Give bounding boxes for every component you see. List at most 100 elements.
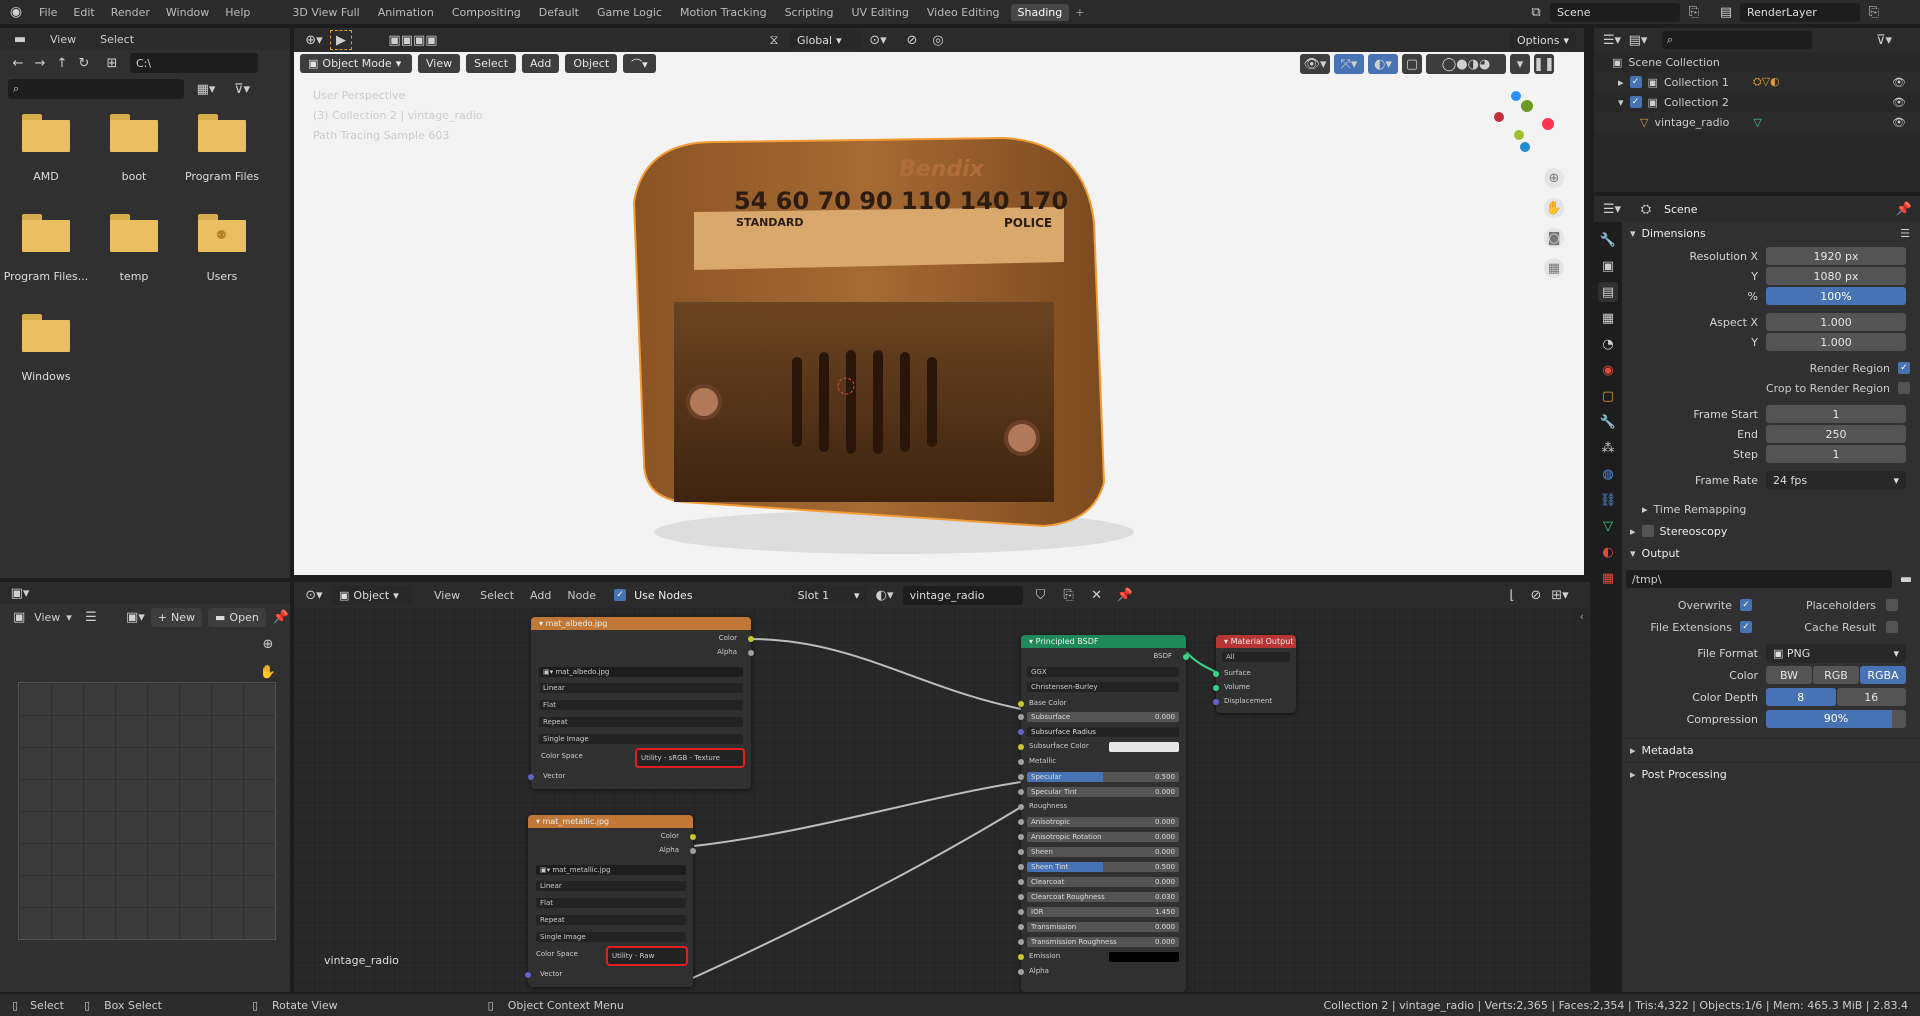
volume-input-socket[interactable] bbox=[1213, 685, 1219, 691]
view-layer-icon[interactable]: ▤ bbox=[1716, 2, 1736, 22]
vector-input-socket[interactable] bbox=[528, 774, 534, 780]
object-tab-icon[interactable]: ▢ bbox=[1598, 386, 1618, 406]
menu-help[interactable]: Help bbox=[218, 4, 257, 21]
folder-icon[interactable] bbox=[22, 312, 70, 352]
forward-arrow-icon[interactable]: → bbox=[30, 53, 50, 73]
camera-view-icon[interactable]: ◙ bbox=[1544, 228, 1564, 248]
add-workspace-icon[interactable]: + bbox=[1075, 6, 1084, 19]
data-tab-icon[interactable]: ▽ bbox=[1598, 516, 1618, 536]
time-remapping-panel[interactable]: ▸ Time Remapping bbox=[1626, 498, 1918, 520]
vp-menu-object[interactable]: Object bbox=[565, 54, 618, 73]
shading-modes-icon[interactable]: ◯●◑◕ bbox=[1426, 54, 1506, 74]
options-dropdown[interactable]: Options ▾ bbox=[1510, 31, 1576, 50]
aspect-y-field[interactable]: 1.000 bbox=[1766, 333, 1906, 351]
constraints-tab-icon[interactable]: ⛓ bbox=[1598, 490, 1618, 510]
zoom-icon[interactable]: ⊕ bbox=[258, 634, 278, 654]
folder-icon[interactable]: ▬ bbox=[1896, 569, 1916, 589]
folder-icon[interactable] bbox=[110, 212, 158, 252]
pivot-icon[interactable]: ⊙▾ bbox=[868, 30, 888, 50]
folder-label[interactable]: AMD bbox=[1, 170, 91, 183]
folder-label[interactable]: boot bbox=[89, 170, 179, 183]
frame-start-field[interactable]: 1 bbox=[1766, 405, 1906, 423]
object-mode-dropdown[interactable]: ▣ Object Mode ▾ bbox=[300, 54, 412, 73]
render-tab-icon[interactable]: ▣ bbox=[1598, 256, 1618, 276]
interpolation-dropdown[interactable]: Linear bbox=[536, 881, 686, 891]
color-depth-8-button[interactable]: 8 bbox=[1766, 688, 1836, 706]
bsdf-input-socket[interactable] bbox=[1018, 804, 1024, 810]
workspace-tab-scripting[interactable]: Scripting bbox=[778, 4, 841, 21]
menu-render[interactable]: Render bbox=[104, 4, 157, 21]
refresh-icon[interactable]: ↻ bbox=[74, 53, 94, 73]
menu-file[interactable]: File bbox=[32, 4, 64, 21]
dimensions-panel-header[interactable]: ▾ Dimensions ☰ bbox=[1626, 222, 1918, 244]
bsdf-input-field[interactable]: Subsurface Radius bbox=[1027, 727, 1179, 737]
output-tab-icon[interactable]: ▤ bbox=[1598, 282, 1618, 302]
base-color-input-socket[interactable] bbox=[1018, 701, 1024, 707]
extension-dropdown[interactable]: Repeat bbox=[536, 915, 686, 925]
blender-logo-icon[interactable]: ◉ bbox=[6, 2, 26, 22]
color-bw-button[interactable]: BW bbox=[1766, 666, 1812, 684]
fb-menu-view[interactable]: View bbox=[50, 33, 76, 46]
folder-icon[interactable] bbox=[22, 112, 70, 152]
interpolation-dropdown[interactable]: Linear bbox=[539, 683, 743, 693]
crop-region-checkbox[interactable] bbox=[1898, 382, 1910, 394]
bsdf-input-socket[interactable] bbox=[1018, 789, 1024, 795]
eye-icon[interactable]: 👁 bbox=[1892, 116, 1906, 129]
color-space-dropdown[interactable]: Utility - Raw bbox=[606, 946, 688, 966]
bsdf-input-socket[interactable] bbox=[1018, 729, 1024, 735]
folder-icon[interactable] bbox=[198, 112, 246, 152]
image-texture-node-metallic[interactable]: ▾ mat_metallic.jpg Color Alpha ▣▾ mat_me… bbox=[525, 815, 696, 987]
zoom-icon[interactable]: ⊕ bbox=[1544, 168, 1564, 188]
folder-label[interactable]: temp bbox=[89, 270, 179, 283]
editor-type-icon[interactable]: ⊕▾ bbox=[304, 30, 324, 50]
distribution-dropdown[interactable]: GGX bbox=[1027, 667, 1179, 677]
outliner-collection-2[interactable]: ▾ ✓ ▣ Collection 2 👁 bbox=[1594, 92, 1920, 112]
frame-end-field[interactable]: 250 bbox=[1766, 425, 1906, 443]
eye-icon[interactable]: 👁 bbox=[1892, 76, 1906, 89]
uv-grid[interactable] bbox=[18, 682, 276, 940]
display-mode-icon[interactable]: ▤▾ bbox=[1628, 30, 1648, 50]
pause-render-icon[interactable]: ❚❚ bbox=[1533, 54, 1555, 74]
new-scene-icon[interactable]: ⎘ bbox=[1684, 2, 1704, 22]
frame-rate-dropdown[interactable]: 24 fps ▾ bbox=[1766, 470, 1906, 490]
physics-tab-icon[interactable]: ◍ bbox=[1598, 464, 1618, 484]
bsdf-input-field[interactable]: Anisotropic Rotation 0.000 bbox=[1027, 832, 1179, 842]
gizmo-toggle-icon[interactable]: ⤧▾ bbox=[1334, 54, 1364, 74]
filter-icon[interactable]: ⊽▾ bbox=[232, 79, 252, 99]
world-tab-icon[interactable]: ◉ bbox=[1598, 360, 1618, 380]
color-output-socket[interactable] bbox=[748, 636, 754, 642]
outliner-collection-1[interactable]: ▸ ✓ ▣ Collection 1 ⛭▽◐ 👁 bbox=[1594, 72, 1920, 92]
display-mode-icon[interactable]: ▦▾ bbox=[196, 79, 216, 99]
ortho-grid-icon[interactable]: ▦ bbox=[1544, 258, 1564, 278]
bsdf-input-socket[interactable] bbox=[1018, 744, 1024, 750]
bsdf-input-socket[interactable] bbox=[1018, 864, 1024, 870]
bsdf-input-socket[interactable] bbox=[1018, 909, 1024, 915]
gpencil-icon[interactable]: ⌒▾ bbox=[623, 54, 656, 73]
folder-label[interactable]: Users bbox=[177, 270, 267, 283]
outliner-search[interactable]: ⌕ bbox=[1662, 31, 1812, 49]
bsdf-input-socket[interactable] bbox=[1018, 759, 1024, 765]
bsdf-input-socket[interactable] bbox=[1018, 894, 1024, 900]
bsdf-input-socket[interactable] bbox=[1018, 939, 1024, 945]
alpha-output-socket[interactable] bbox=[690, 848, 696, 854]
bsdf-input-field[interactable]: Clearcoat 0.000 bbox=[1027, 877, 1179, 887]
frame-step-field[interactable]: 1 bbox=[1766, 445, 1906, 463]
shading-options-icon[interactable]: ▾ bbox=[1510, 54, 1530, 74]
workspace-tab-uv-editing[interactable]: UV Editing bbox=[845, 4, 916, 21]
shader-node-editor[interactable]: ⊙▾ ▣ Object ▾ View Select Add Node ✓ Use N… bbox=[294, 582, 1590, 992]
editor-type-icon[interactable]: ▬ bbox=[10, 29, 30, 49]
bsdf-input-field[interactable]: Sheen 0.000 bbox=[1027, 847, 1179, 857]
xray-icon[interactable]: ▢ bbox=[1402, 54, 1422, 74]
bsdf-input-socket[interactable] bbox=[1018, 834, 1024, 840]
editor-type-icon[interactable]: ☰▾ bbox=[1602, 199, 1622, 219]
path-field[interactable]: C:\ bbox=[130, 53, 258, 73]
bsdf-input-socket[interactable] bbox=[1018, 819, 1024, 825]
color-depth-16-button[interactable]: 16 bbox=[1836, 688, 1906, 706]
compression-slider[interactable]: 90% bbox=[1766, 710, 1906, 728]
pan-hand-icon[interactable]: ✋ bbox=[258, 662, 278, 682]
fb-menu-select[interactable]: Select bbox=[100, 33, 134, 46]
color-space-dropdown[interactable]: Utility - sRGB - Texture bbox=[635, 748, 745, 768]
bsdf-input-field[interactable]: Specular 0.500 bbox=[1027, 772, 1179, 782]
list-icon[interactable]: ☰ bbox=[1900, 227, 1910, 240]
ie-menu-view[interactable]: View bbox=[34, 611, 60, 624]
